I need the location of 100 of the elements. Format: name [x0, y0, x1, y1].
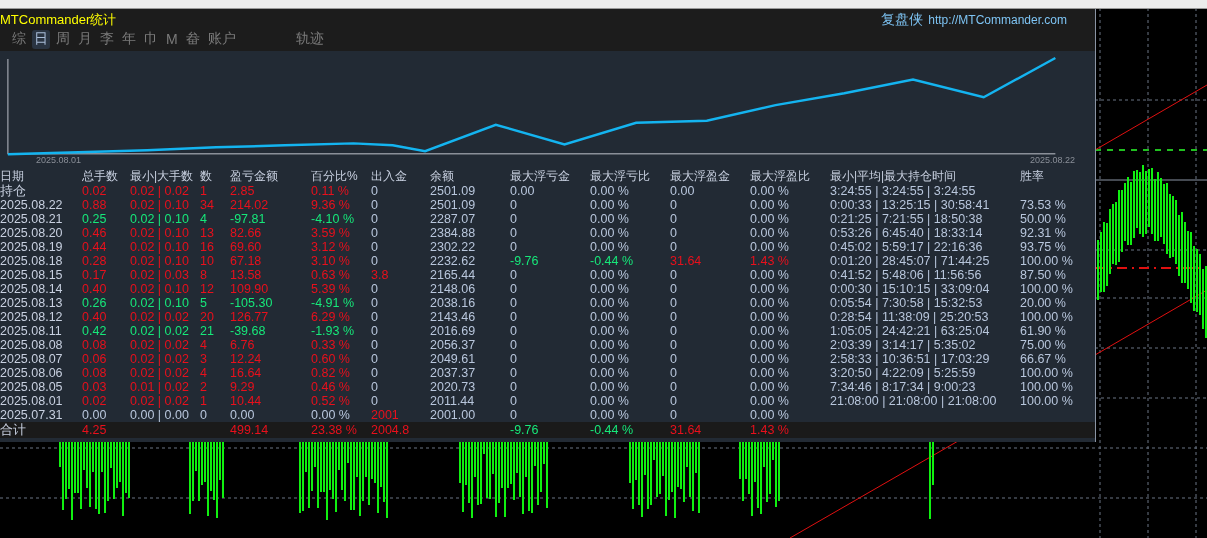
tab[interactable]: 日: [32, 29, 50, 49]
table-cell-text: 0.00 %: [750, 338, 790, 352]
table-cell-text: 0.00 %: [590, 366, 630, 380]
table-cell-text: 0: [510, 380, 518, 394]
date-cell-text: 2025.08.11: [0, 324, 63, 338]
table-cell-text: 0.02 | 0.02: [130, 366, 190, 380]
table-cell-text: 0.02 | 0.10: [130, 282, 190, 296]
table-cell-text: 3.59 %: [311, 226, 351, 240]
table-cell-text: -105.30: [230, 296, 274, 310]
tab[interactable]: 李: [98, 29, 116, 49]
table-cell-text: 0.02 | 0.02: [130, 324, 190, 338]
column-header: 最小|平均|最大持仓时间: [830, 168, 958, 185]
column-header: 最小|大手数: [130, 168, 195, 185]
trace-button[interactable]: 轨迹: [293, 29, 326, 49]
date-cell-text: 2025.08.14: [0, 282, 64, 296]
table-cell-text: 0: [510, 226, 518, 240]
table-cell-text: 0:41:52 | 5:48:06 | 11:56:56: [830, 268, 983, 282]
tab[interactable]: M: [164, 29, 180, 49]
table-cell-text: 0.02 | 0.02: [130, 394, 190, 408]
table-cell-text: 0: [371, 226, 379, 240]
table-cell-text: 0: [510, 352, 518, 366]
table-cell-text: 0.00 %: [750, 310, 790, 324]
table-cell-text: 4: [200, 366, 208, 380]
table-cell-text: 0.02 | 0.03: [130, 268, 190, 282]
table-cell-text: 2165.44: [430, 268, 477, 282]
table-cell-text: 67.18: [230, 254, 263, 268]
table-cell-text: 0.00 %: [590, 338, 630, 352]
table-cell-text: 3:24:55 | 3:24:55 | 3:24:55: [830, 184, 977, 198]
table-cell-text: 2:03:39 | 3:14:17 | 5:35:02: [830, 338, 977, 352]
table-cell-text: 0: [371, 352, 379, 366]
table-cell-text: 0.00 %: [750, 226, 790, 240]
table-cell-text: 0.08: [82, 338, 108, 352]
tab[interactable]: 畚: [183, 29, 202, 49]
table-cell-text: 0.03: [82, 380, 108, 394]
website-link[interactable]: http://MTCommander.com: [928, 13, 1067, 27]
table-cell-text: 0: [510, 198, 518, 212]
table-cell-text: 0:45:02 | 5:59:17 | 22:16:36: [830, 240, 984, 254]
table-cell-text: 1: [200, 184, 208, 198]
table-cell-text: 0.00 %: [590, 198, 630, 212]
table-cell-text: 0.02 | 0.10: [130, 240, 190, 254]
table-cell-text: 0: [670, 394, 678, 408]
table-cell-text: 100.00 %: [1020, 282, 1074, 296]
table-cell-text: 2232.62: [430, 254, 477, 268]
date-cell-text: 2025.08.20: [0, 226, 64, 240]
table-cell-text: 0:00:30 | 15:10:15 | 33:09:04: [830, 282, 991, 296]
table-cell-text: 21:08:00 | 21:08:00 | 21:08:00: [830, 394, 998, 408]
table-cell-text: 2:58:33 | 10:36:51 | 17:03:29: [830, 352, 991, 366]
table-cell-text: 0: [371, 394, 379, 408]
table-cell-text: 0: [371, 282, 379, 296]
table-cell-text: 2004.8: [371, 423, 411, 437]
table-cell-text: 100.00 %: [1020, 380, 1074, 394]
table-cell-text: 0.00 %: [750, 268, 790, 282]
total-label: 合计: [0, 423, 27, 437]
table-cell-text: -1.93 %: [311, 324, 356, 338]
table-cell-text: 2049.61: [430, 352, 477, 366]
table-cell-text: 0: [371, 212, 379, 226]
table-cell-text: 2001: [371, 408, 400, 422]
table-cell-text: 0: [371, 240, 379, 254]
table-cell-text: 2016.69: [430, 324, 477, 338]
table-cell-text: 0: [371, 324, 379, 338]
date-cell-text: 2025.08.12: [0, 310, 64, 324]
table-cell-text: 3.10 %: [311, 254, 351, 268]
table-cell-text: 100.00 %: [1020, 254, 1074, 268]
date-cell-text: 2025.08.18: [0, 254, 64, 268]
table-cell-text: 214.02: [230, 198, 270, 212]
column-header: 最大浮盈金: [670, 168, 731, 185]
table-cell-text: 0.00: [230, 408, 256, 422]
table-cell-text: 0.00 | 0.00: [130, 408, 190, 422]
table-cell-text: 0.00 %: [750, 324, 790, 338]
tab[interactable]: 年: [120, 29, 138, 49]
table-cell-text: 0: [510, 282, 518, 296]
table-cell-text: 100.00 %: [1020, 366, 1074, 380]
table-cell-text: 0: [670, 352, 678, 366]
table-cell-text: 2.85: [230, 184, 256, 198]
table-cell-text: 20: [200, 310, 215, 324]
table-cell-text: 82.66: [230, 226, 263, 240]
table-cell-text: 93.75 %: [1020, 240, 1067, 254]
table-cell-text: 0: [510, 212, 518, 226]
table-cell-text: 4.25: [82, 423, 108, 437]
table-cell-text: 0.00 %: [590, 268, 630, 282]
axis-label: 2025.08.22: [1029, 155, 1075, 165]
date-cell-text: 2025.08.15: [0, 268, 64, 282]
tab[interactable]: 月: [76, 29, 94, 49]
table-cell-text: 100.00 %: [1020, 394, 1074, 408]
table-cell-text: 0.00 %: [590, 324, 630, 338]
date-cell-text: 2025.08.07: [0, 352, 64, 366]
table-cell-text: 8: [200, 268, 208, 282]
tab[interactable]: 巾: [142, 29, 160, 49]
tab[interactable]: 账户: [205, 29, 238, 49]
table-cell-text: 0.00 %: [590, 184, 630, 198]
table-cell-text: 0.00: [82, 408, 108, 422]
tab[interactable]: 综: [10, 29, 28, 49]
table-cell-text: 2501.09: [430, 198, 477, 212]
table-cell-text: 2501.09: [430, 184, 477, 198]
table-cell-text: 0.00 %: [750, 282, 790, 296]
tab[interactable]: 周: [54, 29, 72, 49]
table-cell-text: 3.12 %: [311, 240, 351, 254]
column-header: 百分比%: [311, 168, 359, 185]
table-cell-text: 0: [371, 338, 379, 352]
table-cell-text: 13.58: [230, 268, 263, 282]
